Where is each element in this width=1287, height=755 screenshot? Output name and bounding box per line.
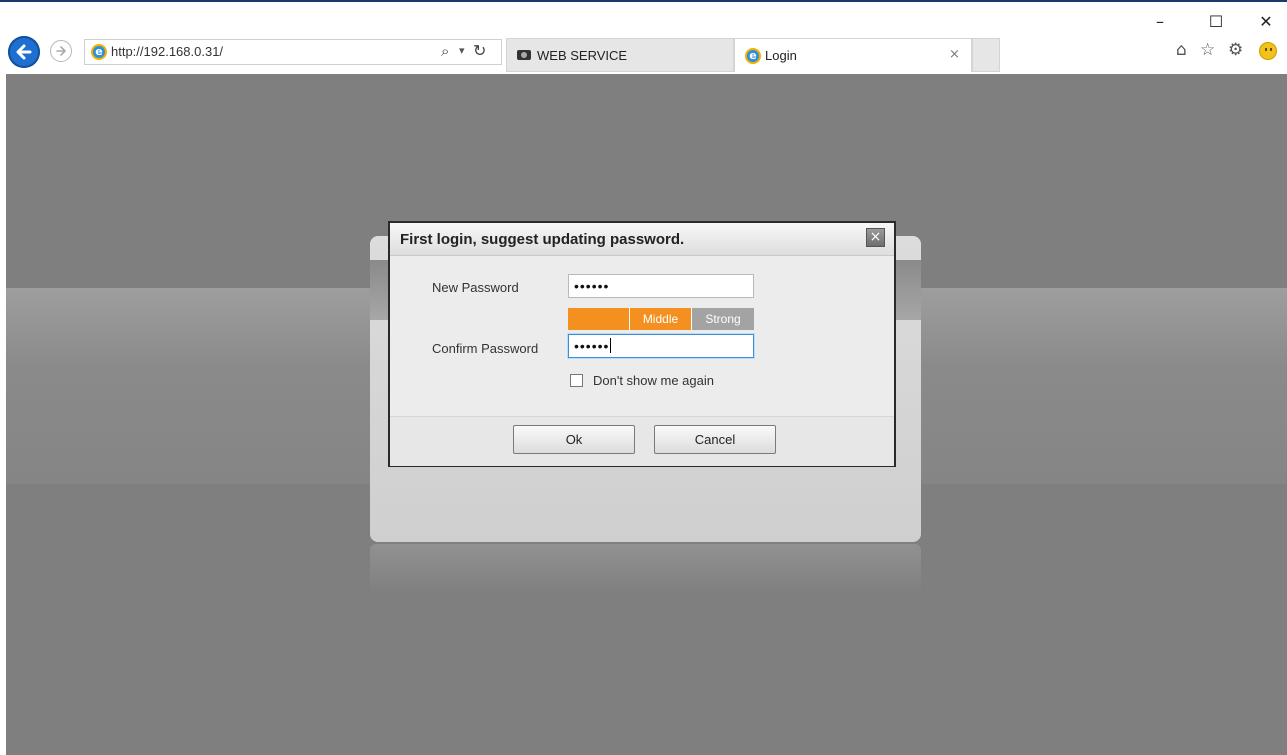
settings-gear-icon[interactable]: ⚙: [1228, 40, 1243, 60]
forward-arrow-icon: [56, 46, 66, 56]
cancel-button[interactable]: Cancel: [654, 425, 776, 454]
favorites-star-icon[interactable]: ☆: [1200, 40, 1215, 60]
new-password-label: New Password: [432, 280, 519, 295]
new-password-field[interactable]: ••••••: [568, 274, 754, 298]
back-arrow-icon: [16, 44, 32, 60]
new-tab-button[interactable]: [972, 38, 1000, 72]
minimize-button[interactable]: –: [1148, 12, 1172, 32]
maximize-button[interactable]: ☐: [1204, 12, 1228, 32]
search-icon[interactable]: ⌕: [441, 42, 449, 60]
tab-label: Login: [765, 48, 797, 63]
address-url[interactable]: http://192.168.0.31/: [111, 44, 223, 59]
dialog-footer: Ok Cancel: [390, 416, 894, 466]
strength-strong-segment: Strong: [691, 308, 754, 330]
camera-icon: [517, 50, 531, 60]
strength-weak-segment: [568, 308, 629, 330]
ie-icon: e: [91, 44, 107, 60]
back-button[interactable]: [8, 36, 40, 68]
dialog-title: First login, suggest updating password.: [400, 231, 685, 248]
ie-icon: e: [745, 48, 761, 64]
confirm-password-label: Confirm Password: [432, 341, 539, 356]
feedback-smiley-icon[interactable]: [1259, 42, 1277, 60]
browser-chrome: – ☐ ✕ e http://192.168.0.31/ ⌕ ▾ ↻ WEB S…: [0, 0, 1287, 74]
ok-button[interactable]: Ok: [513, 425, 635, 454]
update-password-dialog: First login, suggest updating password. …: [388, 221, 896, 467]
refresh-icon[interactable]: ↻: [473, 41, 486, 60]
tab-web-service[interactable]: WEB SERVICE: [506, 38, 734, 72]
home-icon[interactable]: ⌂: [1176, 40, 1187, 60]
confirm-password-field[interactable]: ••••••: [568, 334, 754, 358]
text-caret: [610, 338, 612, 353]
dont-show-again-label[interactable]: Don't show me again: [593, 373, 714, 388]
dialog-close-button[interactable]: ×: [866, 228, 885, 247]
forward-button[interactable]: [50, 40, 72, 62]
dialog-header: First login, suggest updating password. …: [390, 223, 894, 256]
confirm-password-value: ••••••: [574, 338, 610, 354]
close-window-button[interactable]: ✕: [1254, 12, 1278, 32]
tab-label: WEB SERVICE: [537, 48, 628, 63]
tab-login[interactable]: e Login ×: [734, 38, 972, 72]
tab-close-icon[interactable]: ×: [949, 47, 960, 62]
dont-show-again-checkbox[interactable]: [570, 374, 583, 387]
strength-middle-segment: Middle: [629, 308, 691, 330]
chevron-down-icon[interactable]: ▾: [459, 44, 465, 57]
card-reflection: [370, 544, 921, 594]
address-bar[interactable]: e http://192.168.0.31/ ⌕ ▾ ↻: [84, 39, 502, 65]
